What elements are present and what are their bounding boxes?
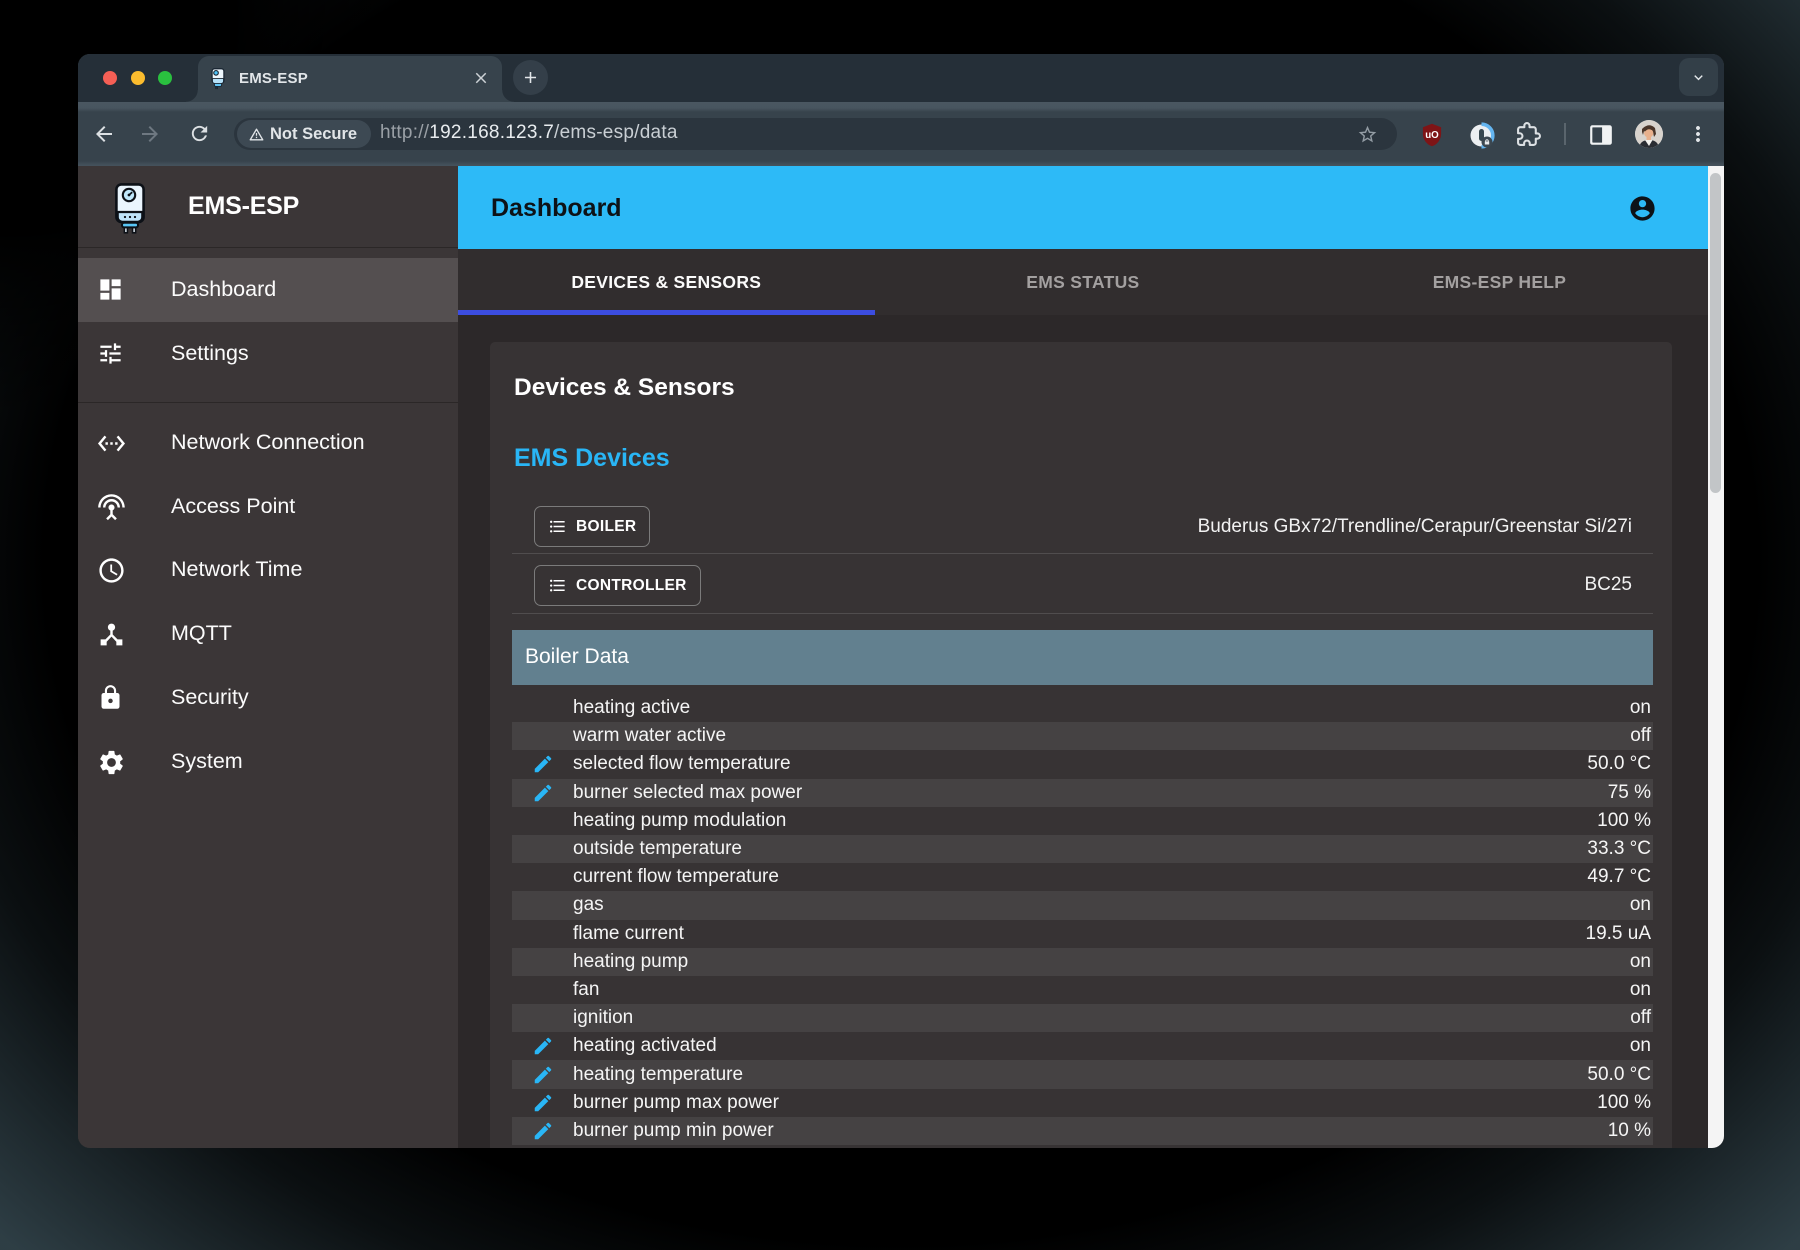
svg-text:uO: uO [1425,130,1439,141]
